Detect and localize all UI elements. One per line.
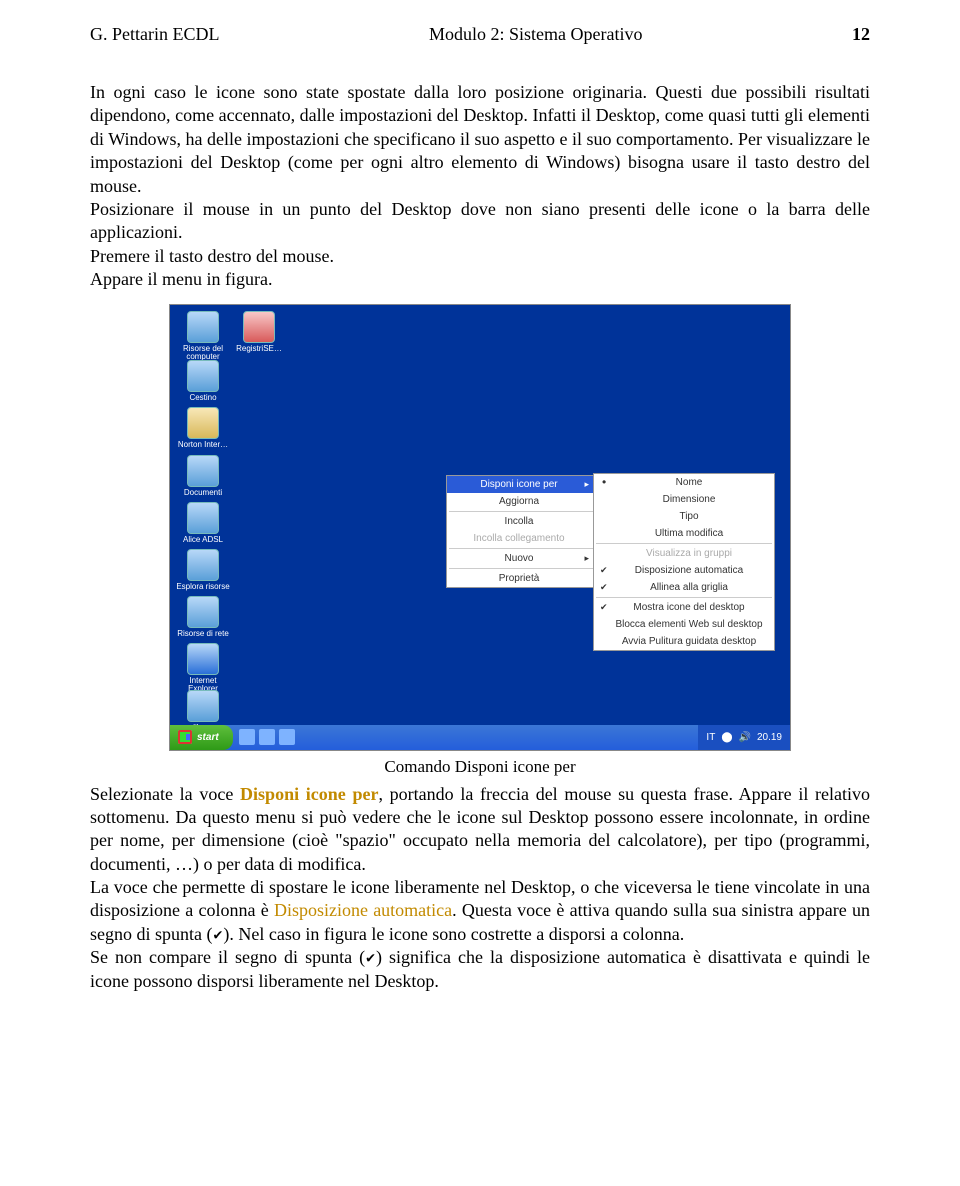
context-submenu: Nome Dimensione Tipo Ultima modifica Vis… (593, 473, 775, 651)
desktop-icon[interactable]: RegistriSE… (232, 311, 286, 353)
menu-item-incolla-collegamento: Incolla collegamento (447, 530, 595, 547)
menu-item-nuovo[interactable]: Nuovo (447, 550, 595, 567)
checkmark-icon: ✔ (365, 951, 376, 966)
tray-icon[interactable]: ⬤ (721, 732, 732, 743)
desktop-icon[interactable]: Alice ADSL (176, 502, 230, 544)
checkmark-icon: ✔ (212, 927, 223, 942)
computer-icon (187, 311, 219, 343)
desktop-icon[interactable]: Cestino (176, 360, 230, 402)
paragraph-5: Selezionate la voce Disponi icone per, p… (90, 783, 870, 877)
submenu-item-griglia[interactable]: Allinea alla griglia (594, 579, 774, 596)
submenu-item-pulitura[interactable]: Avvia Pulitura guidata desktop (594, 633, 774, 650)
menu-separator (449, 568, 593, 569)
paragraph-6: La voce che permette di spostare le icon… (90, 876, 870, 946)
folder-icon (187, 455, 219, 487)
paragraph-1: In ogni caso le icone sono state spostat… (90, 81, 870, 198)
paragraph-4: Appare il menu in figura. (90, 268, 870, 291)
quick-launch (239, 729, 295, 745)
paragraph-7: Se non compare il segno di spunta (✔) si… (90, 946, 870, 993)
menu-separator (596, 597, 772, 598)
submenu-item-disposizione-auto[interactable]: Disposizione automatica (594, 562, 774, 579)
start-button[interactable]: start (170, 725, 233, 750)
submenu-item-gruppi: Visualizza in gruppi (594, 545, 774, 562)
tray-language[interactable]: IT (706, 732, 715, 743)
submenu-item-tipo[interactable]: Tipo (594, 508, 774, 525)
highlight-disponi: Disponi icone per (240, 784, 378, 804)
menu-separator (449, 548, 593, 549)
desktop-icon[interactable]: Risorse di rete (176, 596, 230, 638)
windows-logo-icon (178, 730, 192, 744)
submenu-item-nome[interactable]: Nome (594, 474, 774, 491)
menu-item-incolla[interactable]: Incolla (447, 513, 595, 530)
menu-separator (449, 511, 593, 512)
file-icon (243, 311, 275, 343)
desktop-icon[interactable]: Documenti (176, 455, 230, 497)
desktop-icon[interactable]: Esplora risorse (176, 549, 230, 591)
ie-icon (187, 643, 219, 675)
figure-caption: Comando Disponi icone per (90, 757, 870, 777)
quicklaunch-icon[interactable] (259, 729, 275, 745)
header-author: G. Pettarin ECDL (90, 24, 219, 45)
quicklaunch-icon[interactable] (279, 729, 295, 745)
menu-item-disponi[interactable]: Disponi icone per (447, 476, 595, 493)
submenu-item-ultima[interactable]: Ultima modifica (594, 525, 774, 542)
figure-wrapper: Risorse del computer RegistriSE… Cestino… (90, 304, 870, 777)
trash-icon (187, 360, 219, 392)
body-text-2: Selezionate la voce Disponi icone per, p… (90, 783, 870, 994)
network-icon (187, 596, 219, 628)
desktop-screenshot: Risorse del computer RegistriSE… Cestino… (169, 304, 791, 751)
document-page: G. Pettarin ECDL Modulo 2: Sistema Opera… (0, 0, 960, 1186)
menu-item-aggiorna[interactable]: Aggiorna (447, 493, 595, 510)
submenu-item-dimensione[interactable]: Dimensione (594, 491, 774, 508)
header-title: Modulo 2: Sistema Operativo (429, 24, 642, 45)
header-page: 12 (852, 24, 870, 45)
tray-clock[interactable]: 20.19 (757, 732, 782, 743)
app-icon (187, 502, 219, 534)
taskbar: start IT ⬤ 🔊 20.19 (170, 725, 790, 750)
desktop-icon[interactable]: Internet Explorer (176, 643, 230, 694)
menu-separator (596, 543, 772, 544)
paragraph-3: Premere il tasto destro del mouse. (90, 245, 870, 268)
body-text: In ogni caso le icone sono state spostat… (90, 81, 870, 292)
highlight-disposizione-auto: Disposizione automatica (274, 900, 452, 920)
menu-item-proprieta[interactable]: Proprietà (447, 570, 595, 587)
system-tray: IT ⬤ 🔊 20.19 (698, 725, 790, 750)
page-header: G. Pettarin ECDL Modulo 2: Sistema Opera… (90, 24, 870, 45)
app-icon (187, 690, 219, 722)
explorer-icon (187, 549, 219, 581)
submenu-item-mostra[interactable]: Mostra icone del desktop (594, 599, 774, 616)
paragraph-2: Posizionare il mouse in un punto del Des… (90, 198, 870, 245)
shield-icon (187, 407, 219, 439)
desktop-icon[interactable]: Norton Inter… (176, 407, 230, 449)
context-menu: Disponi icone per Aggiorna Incolla Incol… (446, 475, 596, 588)
submenu-item-blocca[interactable]: Blocca elementi Web sul desktop (594, 616, 774, 633)
quicklaunch-icon[interactable] (239, 729, 255, 745)
desktop-icon[interactable]: Risorse del computer (176, 311, 230, 362)
tray-icon[interactable]: 🔊 (739, 732, 751, 743)
